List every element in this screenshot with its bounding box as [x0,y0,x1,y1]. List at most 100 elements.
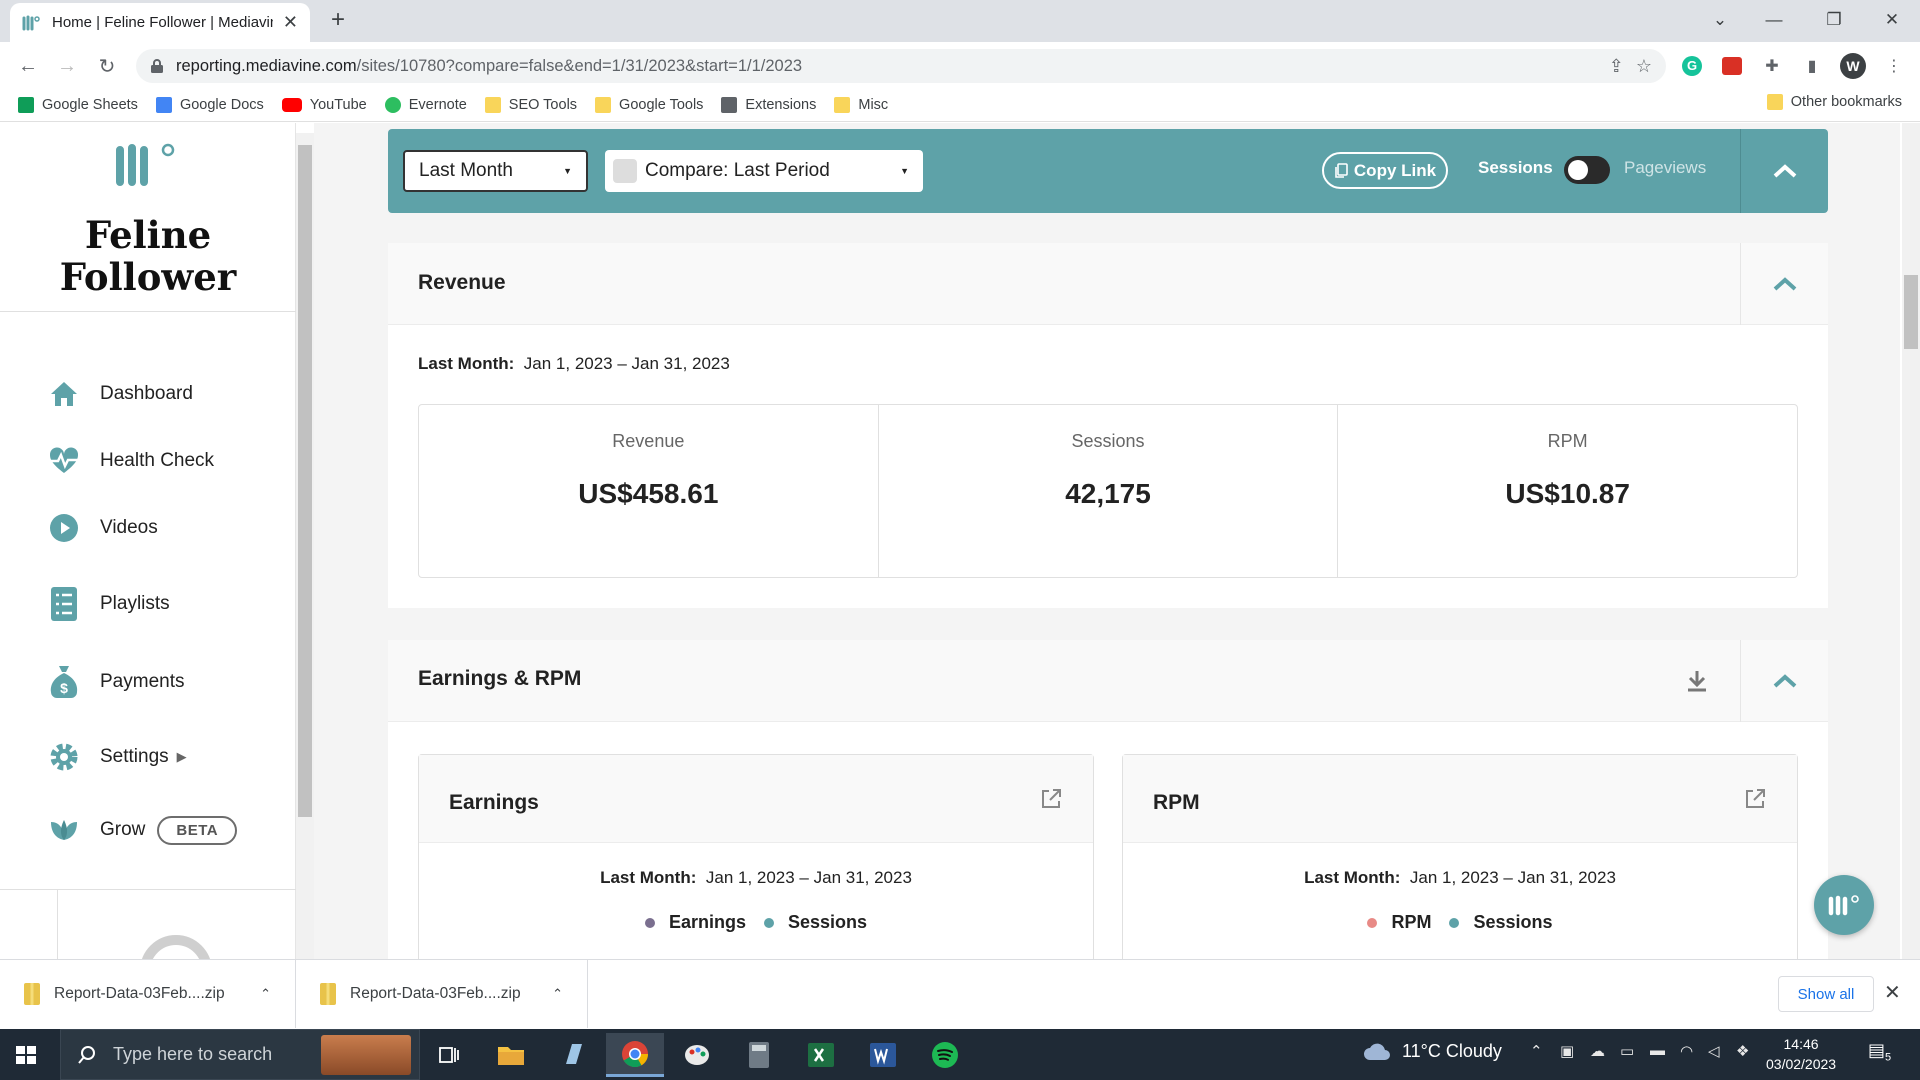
date-range-select[interactable]: Last Month ▼ [403,150,588,192]
money-bag-icon: $ [48,666,80,698]
filter-bar-collapse-button[interactable] [1740,129,1828,213]
tray-volume-icon[interactable]: ◁ [1708,1042,1720,1060]
maximize-button[interactable]: ❐ [1814,4,1854,36]
notification-center[interactable]: ▤5 [1868,1040,1891,1064]
grammarly-extension-icon[interactable]: G [1678,52,1706,80]
download-item[interactable]: Report-Data-03Feb....zip ⌃ [296,960,588,1028]
browser-tab-active[interactable]: Home | Feline Follower | Mediavine ✕ [10,3,310,42]
tray-meet-icon[interactable]: ▣ [1560,1042,1574,1060]
legend-item[interactable]: Earnings [644,912,746,933]
revenue-card-header [388,243,1828,325]
paint-app-icon[interactable] [668,1033,726,1077]
windows-start-icon[interactable] [10,1039,42,1071]
chrome-icon[interactable] [606,1033,664,1077]
chat-button[interactable] [1814,875,1874,935]
sidebar-item-settings[interactable]: Settings ▶ [48,741,187,773]
download-item[interactable]: Report-Data-03Feb....zip ⌃ [0,960,296,1028]
copy-link-button[interactable]: Copy Link [1322,152,1448,189]
file-explorer-icon[interactable] [482,1033,540,1077]
profile-avatar[interactable]: W [1840,53,1866,79]
show-all-downloads-button[interactable]: Show all [1778,976,1874,1012]
sidebar-item-dashboard[interactable]: Dashboard [48,378,193,410]
weather-widget[interactable]: 11°C Cloudy [1362,1040,1502,1062]
tab-search-icon[interactable]: ⌄ [1700,4,1740,36]
address-bar[interactable]: reporting.mediavine.com/sites/10780?comp… [136,49,1666,83]
spotify-icon[interactable] [916,1033,974,1077]
tray-wifi-icon[interactable]: ◠ [1680,1042,1693,1060]
calculator-icon[interactable] [730,1033,788,1077]
weather-text: 11°C Cloudy [1402,1040,1502,1061]
external-link-icon[interactable] [1743,787,1767,811]
download-button[interactable] [1682,666,1712,696]
bookmark-star-icon[interactable]: ☆ [1636,56,1652,77]
calendar-extension-icon[interactable] [1718,52,1746,80]
word-icon[interactable] [854,1033,912,1077]
bookmark-label: Google Docs [179,96,264,113]
tray-display-icon[interactable]: ▭ [1620,1042,1634,1060]
sidebar-item-playlists[interactable]: Playlists [48,587,170,621]
legend-item[interactable]: Sessions [763,912,867,933]
taskbar-clock[interactable]: 14:46 03/02/2023 [1766,1034,1836,1074]
legend-dot [763,917,774,928]
extensions-puzzle-icon[interactable]: ✚ [1758,52,1786,80]
sidebar-item-grow[interactable]: Grow BETA [48,814,238,846]
sidebar-scrollbar-thumb[interactable] [298,145,312,817]
range-value: Jan 1, 2023 – Jan 31, 2023 [705,868,912,887]
download-icon [1688,671,1706,692]
new-tab-button[interactable]: + [324,6,352,34]
bookmark-extensions[interactable]: Extensions [721,96,817,113]
browser-menu-icon[interactable]: ⋮ [1880,52,1908,80]
sidebar-item-health-check[interactable]: Health Check [48,445,214,477]
rpm-date-range: Last Month: Jan 1, 2023 – Jan 31, 2023 [1122,868,1798,888]
tab-close-icon[interactable]: ✕ [283,12,298,33]
excel-icon[interactable] [792,1033,850,1077]
bookmark-evernote[interactable]: Evernote [384,96,467,113]
tray-dropbox-icon[interactable]: ❖ [1736,1042,1749,1060]
chevron-up-icon[interactable]: ⌃ [552,986,563,1002]
bookmark-label: Extensions [745,96,817,113]
bookmark-google-docs[interactable]: Google Docs [155,96,264,113]
bookmark-folder-misc[interactable]: Misc [834,96,889,113]
sidebar-item-payments[interactable]: $ Payments [48,666,184,698]
tray-battery-icon[interactable]: ▬ [1650,1042,1665,1059]
share-icon[interactable]: ⇪ [1609,56,1624,77]
earnings-rpm-collapse-button[interactable] [1740,640,1828,722]
compare-select[interactable]: Compare: Last Period ▼ [605,150,923,192]
side-panel-icon[interactable]: ▮ [1798,52,1826,80]
main-scrollbar[interactable] [1902,123,1920,959]
task-view-icon[interactable] [420,1033,478,1077]
back-button[interactable]: ← [12,50,44,82]
notes-app-icon[interactable] [544,1033,602,1077]
external-link-icon[interactable] [1039,787,1063,811]
list-icon [48,587,80,621]
bookmark-folder-seo-tools[interactable]: SEO Tools [484,96,577,113]
sidebar-item-videos[interactable]: Videos [48,512,158,544]
home-icon [48,378,80,410]
folder-icon [1766,94,1783,110]
youtube-icon [281,97,302,112]
bookmark-label: Misc [858,96,889,113]
forward-button[interactable]: → [51,50,83,82]
legend-item[interactable]: RPM [1367,912,1431,933]
reload-button[interactable]: ↻ [91,50,123,82]
sidebar-item-label: Dashboard [100,383,193,404]
minimize-button[interactable]: — [1754,4,1794,36]
taskbar-search[interactable]: Type here to search [60,1029,420,1080]
bookmark-google-sheets[interactable]: Google Sheets [18,96,138,113]
stat-rpm: RPM US$10.87 [1338,405,1797,577]
close-shelf-icon[interactable]: ✕ [1884,980,1901,1005]
chevron-up-icon[interactable]: ⌃ [260,986,271,1002]
main-scrollbar-thumb[interactable] [1904,275,1918,349]
tray-chevron-up-icon[interactable]: ⌃ [1530,1042,1543,1060]
mediavine-chat-icon [1828,895,1859,916]
legend-item[interactable]: Sessions [1449,912,1553,933]
search-placeholder: Type here to search [113,1044,273,1064]
bookmark-youtube[interactable]: YouTube [281,97,367,113]
compare-checkbox[interactable] [613,159,637,183]
other-bookmarks[interactable]: Other bookmarks [1766,94,1902,110]
revenue-collapse-button[interactable] [1740,243,1828,325]
tray-onedrive-icon[interactable]: ☁ [1590,1042,1605,1060]
close-window-button[interactable]: ✕ [1872,4,1912,36]
copy-link-label: Copy Link [1353,160,1437,180]
bookmark-folder-google-tools[interactable]: Google Tools [595,96,703,113]
